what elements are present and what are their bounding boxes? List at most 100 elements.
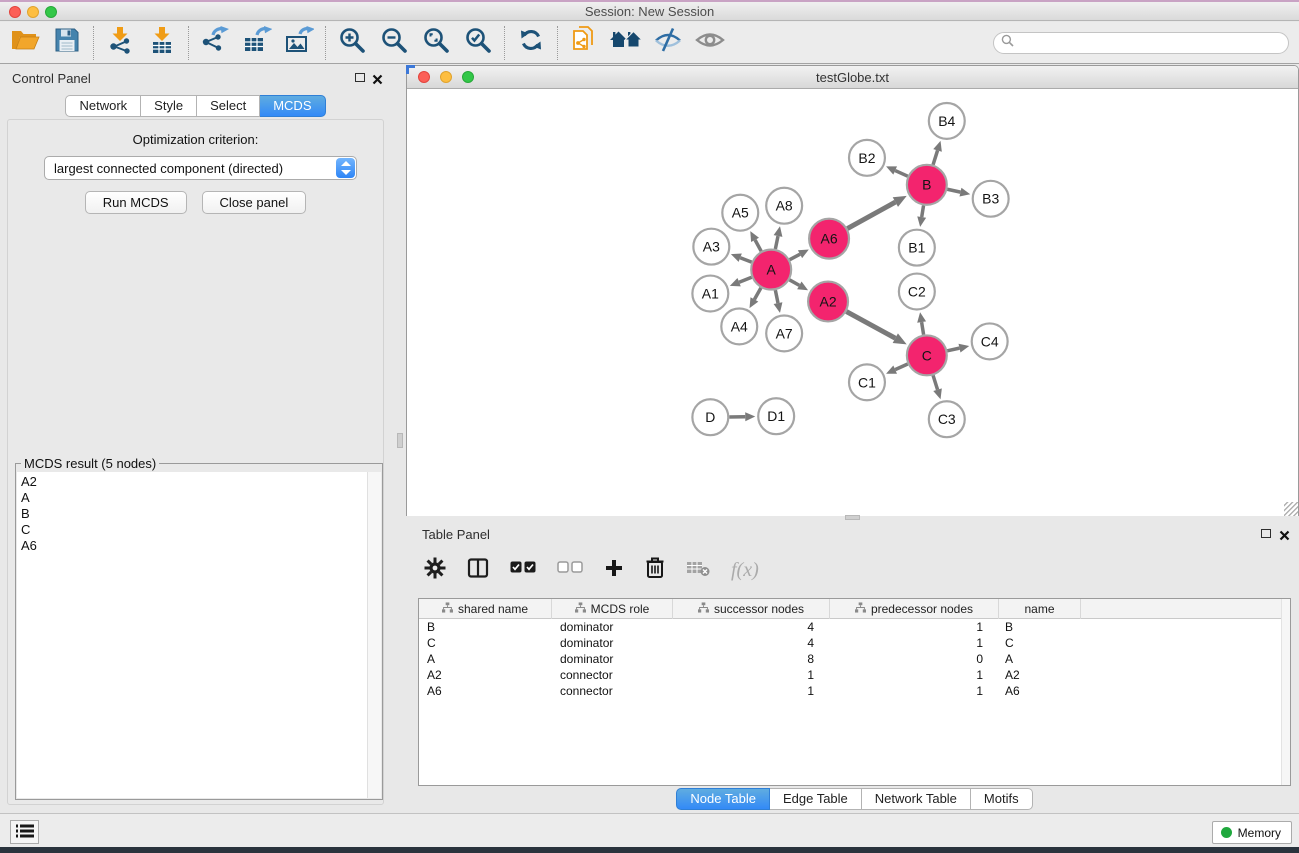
graph-node-b[interactable]: B bbox=[907, 165, 947, 205]
mcds-result-item[interactable]: A2 bbox=[21, 474, 367, 490]
result-list-scrollbar[interactable] bbox=[367, 472, 381, 798]
export-image-button[interactable] bbox=[278, 23, 320, 63]
table-row[interactable]: A2connector11A2 bbox=[419, 667, 1290, 683]
graph-edge[interactable] bbox=[947, 189, 960, 192]
graph-node-a7[interactable]: A7 bbox=[766, 315, 802, 351]
graph-node-a6[interactable]: A6 bbox=[809, 219, 849, 259]
add-row-button[interactable] bbox=[604, 558, 624, 583]
zoom-selected-button[interactable] bbox=[457, 23, 499, 63]
graph-edge[interactable] bbox=[933, 150, 937, 164]
network-window-titlebar[interactable]: testGlobe.txt bbox=[407, 66, 1298, 89]
graph-edge[interactable] bbox=[740, 258, 751, 262]
tab-network[interactable]: Network bbox=[65, 95, 141, 117]
column-header-successor-nodes[interactable]: successor nodes bbox=[673, 599, 830, 619]
column-header-shared-name[interactable]: shared name bbox=[419, 599, 552, 619]
graph-node-a5[interactable]: A5 bbox=[722, 195, 758, 231]
function-builder-button[interactable]: f(x) bbox=[731, 559, 759, 582]
graph-node-a8[interactable]: A8 bbox=[766, 188, 802, 224]
mcds-result-item[interactable]: A6 bbox=[21, 538, 367, 554]
split-view-button[interactable] bbox=[467, 557, 489, 584]
graph-node-d[interactable]: D bbox=[692, 399, 728, 435]
tab-select[interactable]: Select bbox=[197, 95, 260, 117]
close-panel-icon[interactable] bbox=[372, 72, 383, 83]
table-row[interactable]: Cdominator41C bbox=[419, 635, 1290, 651]
refresh-layout-button[interactable] bbox=[510, 23, 552, 63]
graph-node-a3[interactable]: A3 bbox=[693, 229, 729, 265]
horizontal-divider-handle[interactable] bbox=[845, 515, 860, 520]
column-header-predecessor-nodes[interactable]: predecessor nodes bbox=[830, 599, 999, 619]
graph-edge[interactable] bbox=[790, 254, 800, 260]
export-network-button[interactable] bbox=[194, 23, 236, 63]
graph-node-c3[interactable]: C3 bbox=[929, 401, 965, 437]
graph-node-a2[interactable]: A2 bbox=[808, 282, 848, 322]
table-row[interactable]: A6connector11A6 bbox=[419, 683, 1290, 699]
table-row[interactable]: Bdominator41B bbox=[419, 619, 1290, 635]
graph-edge[interactable] bbox=[754, 288, 761, 300]
minimize-network-button[interactable] bbox=[440, 71, 452, 83]
float-panel-icon[interactable] bbox=[1261, 529, 1271, 538]
window-titlebar[interactable]: Session: New Session bbox=[0, 2, 1299, 21]
zoom-out-button[interactable] bbox=[373, 23, 415, 63]
tab-edge-table[interactable]: Edge Table bbox=[770, 788, 862, 810]
close-panel-icon[interactable] bbox=[1279, 528, 1290, 539]
select-all-button[interactable] bbox=[510, 561, 536, 579]
close-network-button[interactable] bbox=[418, 71, 430, 83]
graph-edge[interactable] bbox=[895, 364, 908, 370]
deselect-all-button[interactable] bbox=[557, 561, 583, 579]
graph-edge[interactable] bbox=[775, 290, 778, 303]
graph-node-b1[interactable]: B1 bbox=[899, 230, 935, 266]
graph-edge[interactable] bbox=[922, 205, 924, 217]
delete-row-button[interactable] bbox=[645, 556, 665, 584]
hide-network-button[interactable] bbox=[647, 23, 689, 63]
graph-node-a4[interactable]: A4 bbox=[721, 308, 757, 344]
graph-node-d1[interactable]: D1 bbox=[758, 398, 794, 434]
table-settings-button[interactable] bbox=[424, 557, 446, 584]
search-input[interactable] bbox=[1019, 34, 1288, 52]
search-field[interactable] bbox=[993, 32, 1289, 54]
graph-node-b4[interactable]: B4 bbox=[929, 103, 965, 139]
graph-node-c2[interactable]: C2 bbox=[899, 274, 935, 310]
zoom-fit-button[interactable] bbox=[415, 23, 457, 63]
graph-node-c[interactable]: C bbox=[907, 335, 947, 375]
close-window-button[interactable] bbox=[9, 6, 21, 18]
graph-edge[interactable] bbox=[775, 236, 778, 249]
show-network-button[interactable] bbox=[689, 23, 731, 63]
minimize-window-button[interactable] bbox=[27, 6, 39, 18]
import-table-button[interactable] bbox=[141, 23, 183, 63]
import-network-button[interactable] bbox=[99, 23, 141, 63]
mcds-result-item[interactable]: B bbox=[21, 506, 367, 522]
network-graph[interactable]: AA1A3A5A8A6A2A4A7BB1B2B3B4CC1C2C3C4DD1 bbox=[407, 89, 1298, 516]
graph-node-c4[interactable]: C4 bbox=[972, 323, 1008, 359]
export-table-button[interactable] bbox=[236, 23, 278, 63]
tab-motifs[interactable]: Motifs bbox=[971, 788, 1033, 810]
graph-node-a1[interactable]: A1 bbox=[692, 276, 728, 312]
mcds-result-item[interactable]: C bbox=[21, 522, 367, 538]
delete-table-button[interactable] bbox=[686, 559, 710, 582]
graph-edge[interactable] bbox=[922, 322, 924, 335]
memory-button[interactable]: Memory bbox=[1212, 821, 1292, 844]
mcds-result-item[interactable]: A bbox=[21, 490, 367, 506]
graph-edge[interactable] bbox=[933, 375, 937, 389]
criterion-select[interactable]: largest connected component (directed) bbox=[44, 156, 357, 180]
graph-node-c1[interactable]: C1 bbox=[849, 364, 885, 400]
zoom-network-button[interactable] bbox=[462, 71, 474, 83]
graph-edge[interactable] bbox=[947, 348, 959, 351]
graph-edge[interactable] bbox=[739, 277, 752, 282]
graph-edge[interactable] bbox=[847, 202, 895, 228]
graph-node-b3[interactable]: B3 bbox=[973, 181, 1009, 217]
open-session-button[interactable] bbox=[4, 23, 46, 63]
vertical-divider-handle[interactable] bbox=[397, 433, 403, 448]
column-header-name[interactable]: name bbox=[999, 599, 1081, 619]
column-header-mcds-role[interactable]: MCDS role bbox=[552, 599, 673, 619]
table-scrollbar[interactable] bbox=[1281, 599, 1290, 785]
graph-edge[interactable] bbox=[755, 240, 761, 251]
network-canvas[interactable]: AA1A3A5A8A6A2A4A7BB1B2B3B4CC1C2C3C4DD1 bbox=[407, 89, 1298, 516]
tab-network-table[interactable]: Network Table bbox=[862, 788, 971, 810]
tab-style[interactable]: Style bbox=[141, 95, 197, 117]
graph-node-b2[interactable]: B2 bbox=[849, 140, 885, 176]
graph-edge[interactable] bbox=[895, 171, 908, 177]
graph-edge[interactable] bbox=[846, 312, 895, 339]
clone-network-button[interactable] bbox=[563, 23, 605, 63]
zoom-in-button[interactable] bbox=[331, 23, 373, 63]
save-session-button[interactable] bbox=[46, 23, 88, 63]
